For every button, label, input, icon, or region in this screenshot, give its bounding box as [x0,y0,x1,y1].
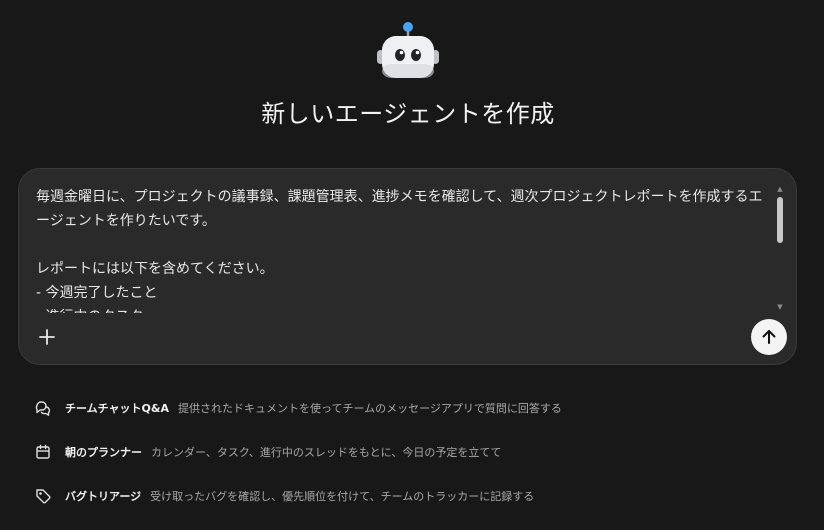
suggestion-description: 提供されたドキュメントを使ってチームのメッセージアプリで質問に回答する [178,402,562,415]
agent-description-input[interactable]: 毎週金曜日に、プロジェクトの議事録、課題管理表、進捗メモを確認して、週次プロジェ… [36,185,776,313]
page-title: 新しいエージェントを作成 [261,100,555,128]
calendar-icon [34,443,52,461]
plus-icon [39,329,55,345]
suggestion-bug-triage[interactable]: バグトリアージ 受け取ったバグを確認し、優先順位を付けて、チームのトラッカーに記… [34,484,534,508]
robot-icon [375,20,441,80]
tag-icon [34,487,52,505]
suggestion-morning-planner[interactable]: 朝のプランナー カレンダー、タスク、進行中のスレッドをもとに、今日の予定を立てて [34,440,501,464]
scroll-down-icon[interactable]: ▼ [776,303,784,311]
send-button[interactable] [751,319,787,355]
suggestion-title: チームチャットQ&A [65,402,170,415]
suggestion-description: カレンダー、タスク、進行中のスレッドをもとに、今日の予定を立てて [151,446,502,459]
scroll-thumb[interactable] [777,197,783,243]
suggestion-title: 朝のプランナー [65,446,142,459]
add-attachment-button[interactable] [35,325,59,349]
suggestion-description: 受け取ったバグを確認し、優先順位を付けて、チームのトラッカーに記録する [150,490,535,503]
scroll-up-icon[interactable]: ▲ [776,185,784,193]
suggestion-team-chat-qa[interactable]: チームチャットQ&A 提供されたドキュメントを使ってチームのメッセージアプリで質… [34,396,562,420]
suggestion-title: バグトリアージ [65,490,142,503]
arrow-up-icon [762,330,776,344]
new-agent-page: 新しいエージェントを作成 毎週金曜日に、プロジェクトの議事録、課題管理表、進捗メ… [0,0,824,530]
chat-bubbles-icon [34,399,52,417]
agent-description-composer[interactable]: 毎週金曜日に、プロジェクトの議事録、課題管理表、進捗メモを確認して、週次プロジェ… [18,168,797,365]
composer-scrollbar[interactable]: ▲ ▼ [776,185,784,311]
